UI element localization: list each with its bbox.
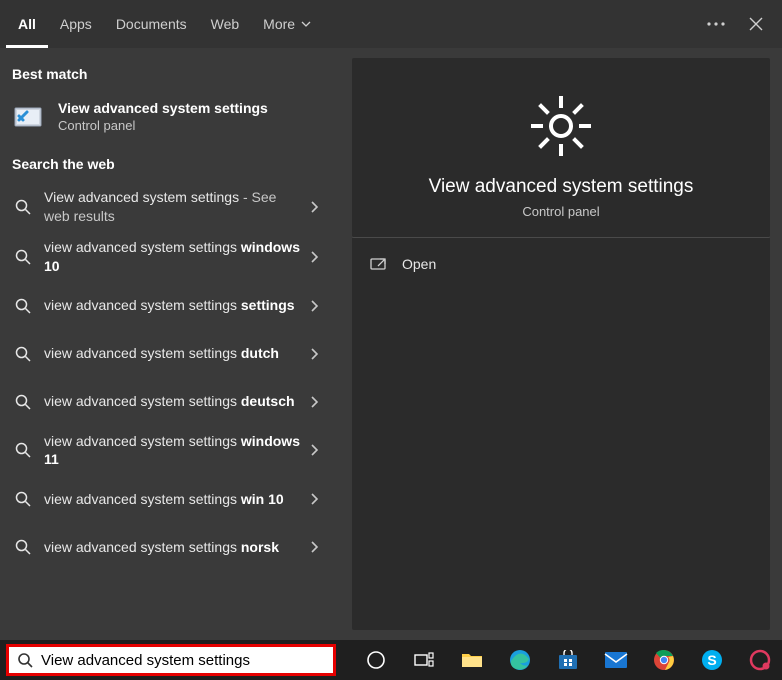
web-result-text: view advanced system settings windows 10	[44, 238, 300, 276]
web-result-text: view advanced system settings norsk	[44, 538, 300, 557]
web-result-text: view advanced system settings deutsch	[44, 392, 300, 411]
chevron-right-icon[interactable]	[300, 395, 328, 409]
store-icon[interactable]	[546, 640, 590, 680]
tab-label: All	[18, 16, 36, 32]
search-input[interactable]	[41, 652, 325, 669]
best-match-result[interactable]: View advanced system settings Control pa…	[8, 92, 332, 140]
task-view-icon[interactable]	[402, 640, 446, 680]
chevron-right-icon[interactable]	[300, 540, 328, 554]
chrome-icon[interactable]	[642, 640, 686, 680]
web-result-item[interactable]: view advanced system settings norsk	[8, 523, 332, 571]
search-icon	[12, 199, 34, 215]
tab-label: More	[263, 16, 295, 32]
web-result-item[interactable]: view advanced system settings windows 11	[8, 426, 332, 476]
svg-text:S: S	[707, 652, 716, 668]
search-icon	[12, 539, 34, 555]
best-match-subtitle: Control panel	[58, 118, 268, 133]
gear-icon	[529, 94, 593, 158]
more-options-button[interactable]	[696, 4, 736, 44]
close-button[interactable]	[736, 4, 776, 44]
file-explorer-icon[interactable]	[450, 640, 494, 680]
web-result-text: view advanced system settings win 10	[44, 490, 300, 509]
windows-search-panel: All Apps Documents Web More Best match	[0, 0, 782, 640]
snip-icon[interactable]	[738, 640, 782, 680]
chevron-right-icon[interactable]	[300, 347, 328, 361]
search-icon	[17, 652, 33, 668]
tab-all[interactable]: All	[6, 0, 48, 48]
preview-subtitle: Control panel	[522, 204, 599, 219]
search-icon	[12, 298, 34, 314]
web-result-item[interactable]: view advanced system settings deutsch	[8, 378, 332, 426]
search-icon	[12, 346, 34, 362]
open-action[interactable]: Open	[352, 246, 770, 282]
search-web-heading: Search the web	[12, 156, 328, 172]
edge-icon[interactable]	[498, 640, 542, 680]
results-column: Best match View advanced system settings…	[0, 48, 340, 640]
taskbar: S	[0, 640, 782, 680]
best-match-title: View advanced system settings	[58, 100, 268, 116]
preview-card: View advanced system settings Control pa…	[352, 58, 770, 238]
taskbar-search-box[interactable]	[6, 644, 336, 676]
preview-title: View advanced system settings	[429, 176, 694, 198]
web-result-item[interactable]: view advanced system settings settings	[8, 282, 332, 330]
search-icon	[12, 442, 34, 458]
chevron-right-icon[interactable]	[300, 250, 328, 264]
web-result-text: view advanced system settings settings	[44, 296, 300, 315]
system-settings-icon	[12, 98, 48, 134]
web-result-text: View advanced system settings - See web …	[44, 188, 300, 226]
tab-more[interactable]: More	[251, 0, 323, 48]
web-result-text: view advanced system settings dutch	[44, 344, 300, 363]
preview-actions: Open	[352, 238, 770, 630]
taskbar-icons: S	[354, 640, 782, 680]
open-label: Open	[402, 256, 436, 272]
skype-icon[interactable]: S	[690, 640, 734, 680]
search-tabs: All Apps Documents Web More	[0, 0, 782, 48]
web-result-text: view advanced system settings windows 11	[44, 432, 300, 470]
tab-label: Documents	[116, 16, 187, 32]
chevron-right-icon[interactable]	[300, 492, 328, 506]
chevron-right-icon[interactable]	[300, 200, 328, 214]
tab-label: Apps	[60, 16, 92, 32]
web-result-item[interactable]: view advanced system settings win 10	[8, 475, 332, 523]
chevron-right-icon[interactable]	[300, 443, 328, 457]
tab-documents[interactable]: Documents	[104, 0, 199, 48]
web-result-item[interactable]: view advanced system settings dutch	[8, 330, 332, 378]
search-icon	[12, 491, 34, 507]
chevron-down-icon	[301, 19, 311, 29]
tab-label: Web	[211, 16, 240, 32]
preview-column: View advanced system settings Control pa…	[340, 48, 782, 640]
chevron-right-icon[interactable]	[300, 299, 328, 313]
web-result-item[interactable]: View advanced system settings - See web …	[8, 182, 332, 232]
tab-apps[interactable]: Apps	[48, 0, 104, 48]
mail-icon[interactable]	[594, 640, 638, 680]
search-icon	[12, 394, 34, 410]
best-match-heading: Best match	[12, 66, 328, 82]
tab-web[interactable]: Web	[199, 0, 252, 48]
open-icon	[370, 257, 390, 271]
cortana-icon[interactable]	[354, 640, 398, 680]
web-result-item[interactable]: view advanced system settings windows 10	[8, 232, 332, 282]
search-icon	[12, 249, 34, 265]
